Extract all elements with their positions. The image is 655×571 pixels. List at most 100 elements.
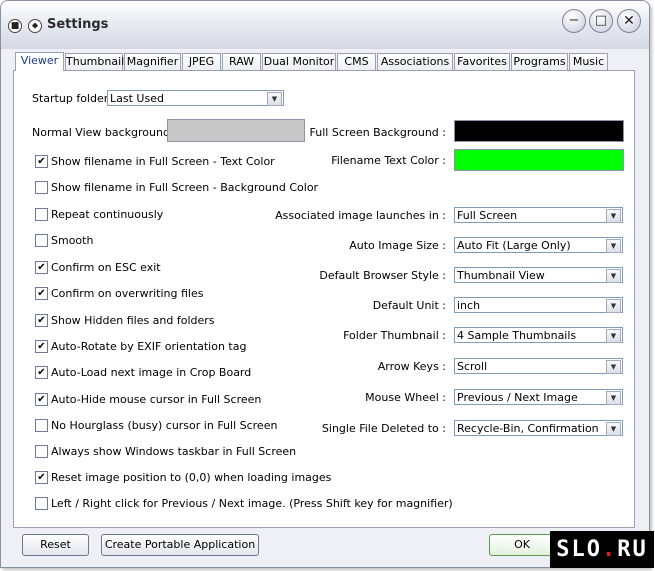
checkbox-confirm-esc-exit[interactable]: ✔: [35, 261, 48, 274]
checkbox-confirm-overwrite[interactable]: ✔: [35, 287, 48, 300]
reset-button[interactable]: Reset: [22, 534, 89, 556]
default-unit-select[interactable]: inch ▼: [454, 297, 623, 313]
window-title: Settings: [47, 17, 109, 32]
check-icon: ✔: [37, 262, 46, 273]
check-icon: ✔: [37, 367, 46, 378]
chevron-down-icon: ▼: [267, 92, 282, 106]
tab-favorites[interactable]: Favorites: [454, 53, 510, 70]
watermark-text-2: RU: [617, 537, 648, 562]
mouse-wheel-select[interactable]: Previous / Next Image ▼: [454, 389, 623, 405]
checkbox-label: Auto-Hide mouse cursor in Full Screen: [51, 393, 262, 406]
system-menu-icon[interactable]: ■: [8, 19, 22, 33]
filename-text-color-swatch[interactable]: [454, 149, 624, 171]
dropdown-value: Auto Fit (Large Only): [457, 239, 571, 252]
chevron-down-icon: ▼: [606, 209, 621, 223]
maximize-icon: □: [594, 13, 608, 28]
auto-image-size-select[interactable]: Auto Fit (Large Only) ▼: [454, 237, 623, 253]
title-bar: ■ ⬥ Settings − □ ✕: [1, 1, 649, 49]
checkbox-auto-load-crop-board[interactable]: ✔: [35, 366, 48, 379]
single-file-deleted-select[interactable]: Recycle-Bin, Confirmation ▼: [454, 420, 623, 436]
checkbox-show-filename-bg-color[interactable]: [35, 181, 48, 194]
filename-text-color-label: Filename Text Color :: [331, 154, 446, 167]
tab-thumbnail[interactable]: Thumbnail: [65, 53, 124, 70]
check-icon: ✔: [37, 315, 46, 326]
chevron-down-icon: ▼: [606, 239, 621, 253]
dropdown-value: Recycle-Bin, Confirmation: [457, 422, 599, 435]
checkbox-label: Smooth: [51, 234, 94, 247]
checkbox-label: Show Hidden files and folders: [51, 314, 215, 327]
checkbox-label: Always show Windows taskbar in Full Scre…: [51, 445, 297, 458]
checkbox-show-filename-text-color[interactable]: ✔: [35, 155, 48, 168]
dropdown-label: Arrow Keys :: [377, 360, 446, 373]
check-icon: ✔: [37, 288, 46, 299]
ok-button[interactable]: OK: [489, 534, 555, 556]
folder-thumbnail-select[interactable]: 4 Sample Thumbnails ▼: [454, 327, 623, 343]
associated-image-launch-select[interactable]: Full Screen ▼: [454, 207, 623, 223]
tab-viewer[interactable]: Viewer: [15, 52, 64, 71]
checkbox-no-hourglass[interactable]: [35, 419, 48, 432]
checkbox-left-right-click[interactable]: [35, 497, 48, 510]
checkbox-label: Confirm on ESC exit: [51, 261, 161, 274]
dropdown-value: Previous / Next Image: [457, 391, 578, 404]
normal-view-bg-label: Normal View background :: [32, 126, 178, 139]
tab-raw[interactable]: RAW: [222, 53, 261, 70]
chevron-down-icon: ▼: [606, 422, 621, 436]
watermark-dot: .: [602, 537, 618, 562]
checkbox-label: Show filename in Full Screen - Backgroun…: [51, 181, 319, 194]
arrow-keys-select[interactable]: Scroll ▼: [454, 358, 623, 374]
chevron-down-icon: ▼: [606, 329, 621, 343]
checkbox-repeat-continuously[interactable]: [35, 208, 48, 221]
checkbox-label: Reset image position to (0,0) when loadi…: [51, 471, 332, 484]
dropdown-value: Full Screen: [457, 209, 518, 222]
tab-associations[interactable]: Associations: [377, 53, 453, 70]
full-screen-bg-swatch[interactable]: [454, 120, 624, 142]
checkbox-label: Auto-Rotate by EXIF orientation tag: [51, 340, 247, 353]
create-portable-app-button[interactable]: Create Portable Application: [101, 534, 259, 556]
tab-music[interactable]: Music: [569, 53, 608, 70]
check-icon: ✔: [37, 472, 46, 483]
checkbox-label: Confirm on overwriting files: [51, 287, 204, 300]
minimize-button[interactable]: −: [562, 9, 586, 33]
dropdown-label: Associated image launches in :: [275, 209, 446, 222]
dropdown-label: Default Unit :: [372, 299, 446, 312]
chevron-down-icon: ▼: [606, 391, 621, 405]
startup-folder-value: Last Used: [110, 92, 164, 105]
watermark-logo: SLO.RU: [550, 531, 654, 568]
checkbox-smooth[interactable]: [35, 234, 48, 247]
minimize-icon: −: [568, 13, 580, 28]
checkbox-label: Repeat continuously: [51, 208, 164, 221]
chevron-down-icon: ▼: [606, 269, 621, 283]
full-screen-bg-label: Full Screen Background :: [309, 126, 446, 139]
tab-jpeg[interactable]: JPEG: [182, 53, 221, 70]
dropdown-value: 4 Sample Thumbnails: [457, 329, 577, 342]
scroll-menu-icon[interactable]: ⬥: [28, 19, 42, 33]
dropdown-value: inch: [457, 299, 481, 312]
tab-cms[interactable]: CMS: [337, 53, 376, 70]
dropdown-value: Scroll: [457, 360, 488, 373]
chevron-down-icon: ▼: [606, 299, 621, 313]
checkbox-auto-hide-cursor[interactable]: ✔: [35, 393, 48, 406]
check-icon: ✔: [37, 341, 46, 352]
check-icon: ✔: [37, 156, 46, 167]
checkbox-always-show-taskbar[interactable]: [35, 445, 48, 458]
dropdown-label: Mouse Wheel :: [365, 391, 446, 404]
startup-folder-select[interactable]: Last Used ▼: [107, 90, 284, 106]
dropdown-label: Single File Deleted to :: [321, 422, 446, 435]
maximize-button[interactable]: □: [589, 9, 613, 33]
close-icon: ✕: [623, 13, 635, 29]
checkbox-label: Show filename in Full Screen - Text Colo…: [51, 155, 275, 168]
normal-view-bg-swatch[interactable]: [167, 119, 305, 142]
startup-folder-label: Startup folder:: [32, 92, 112, 105]
close-button[interactable]: ✕: [617, 9, 641, 33]
tab-programs[interactable]: Programs: [511, 53, 568, 70]
checkbox-reset-image-position[interactable]: ✔: [35, 471, 48, 484]
dropdown-label: Default Browser Style :: [319, 269, 446, 282]
tab-dual-monitor[interactable]: Dual Monitor: [262, 53, 336, 70]
settings-window: ■ ⬥ Settings − □ ✕ Viewer Thumbnail Magn…: [0, 0, 650, 568]
tab-magnifier[interactable]: Magnifier: [124, 53, 181, 70]
default-browser-style-select[interactable]: Thumbnail View ▼: [454, 267, 623, 283]
checkbox-auto-rotate-exif[interactable]: ✔: [35, 340, 48, 353]
viewer-settings-panel: Startup folder: Last Used ▼ Normal View …: [13, 70, 635, 528]
checkbox-show-hidden-files[interactable]: ✔: [35, 314, 48, 327]
dropdown-label: Auto Image Size :: [349, 239, 446, 252]
